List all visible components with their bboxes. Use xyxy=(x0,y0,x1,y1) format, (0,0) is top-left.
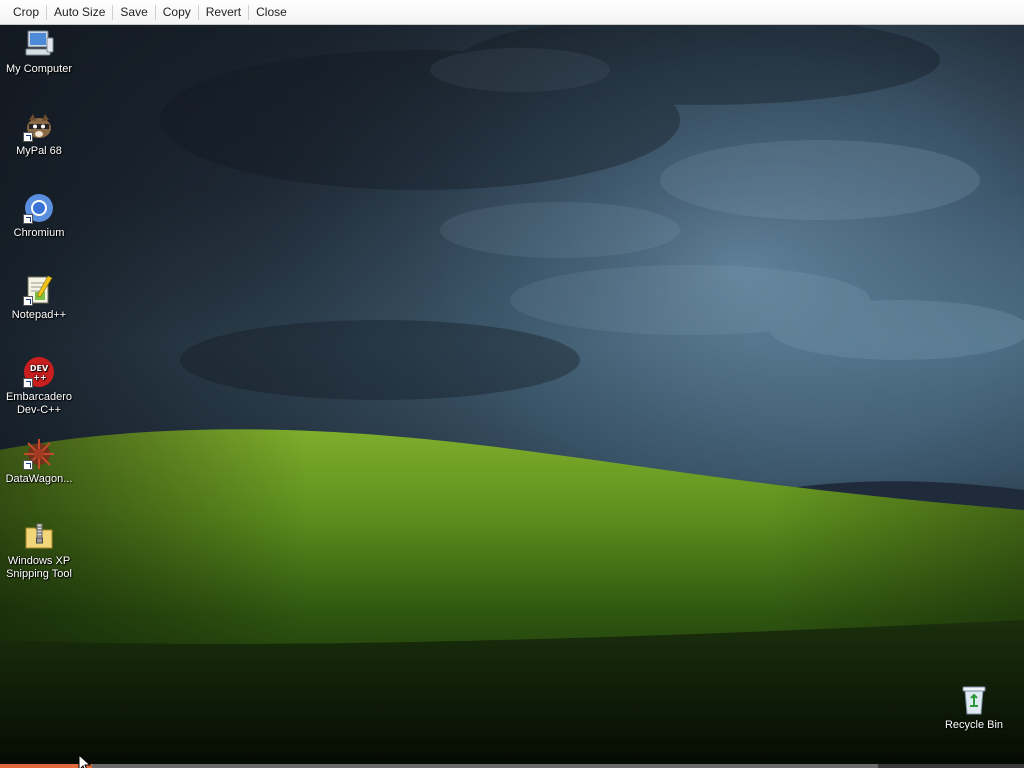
copy-button[interactable]: Copy xyxy=(156,4,198,21)
icon-label: Recycle Bin xyxy=(944,719,1004,731)
save-button[interactable]: Save xyxy=(113,4,154,21)
crop-button[interactable]: Crop xyxy=(6,4,46,21)
auto-size-button[interactable]: Auto Size xyxy=(47,4,112,21)
icon-label: Chromium xyxy=(13,227,65,239)
mypal-icon xyxy=(23,110,55,142)
icon-label: DataWagon... xyxy=(5,473,73,485)
shortcut-arrow-icon xyxy=(23,296,33,306)
recycle-bin-icon xyxy=(958,684,990,716)
taskbar-edge xyxy=(0,764,1024,768)
close-button[interactable]: Close xyxy=(249,4,294,21)
desktop-icon-mypal[interactable]: MyPal 68 xyxy=(1,110,77,158)
icon-label: Windows XP Snipping Tool xyxy=(6,555,72,580)
system-tray-edge xyxy=(878,764,1024,768)
notepad-plus-plus-icon xyxy=(23,274,55,306)
desktop-icon-chromium[interactable]: Chromium xyxy=(1,192,77,240)
icon-label: Embarcadero Dev-C++ xyxy=(5,391,73,416)
datawagon-icon xyxy=(23,438,55,470)
mouse-cursor-icon xyxy=(78,753,92,768)
zip-folder-icon xyxy=(23,520,55,552)
desktop-icon-datawagon[interactable]: DataWagon... xyxy=(1,438,77,486)
revert-button[interactable]: Revert xyxy=(199,4,248,21)
desktop-icon-notepad-plus-plus[interactable]: Notepad++ xyxy=(1,274,77,322)
snip-toolbar: Crop Auto Size Save Copy Revert Close xyxy=(0,0,1024,25)
shortcut-arrow-icon xyxy=(23,378,33,388)
wallpaper-art xyxy=(0,0,1024,768)
icon-label: MyPal 68 xyxy=(16,145,62,157)
svg-text:DEV: DEV xyxy=(30,364,49,373)
desktop-icon-recycle-bin[interactable]: Recycle Bin xyxy=(936,684,1012,732)
shortcut-arrow-icon xyxy=(23,214,33,224)
icon-label: Notepad++ xyxy=(11,309,67,321)
chromium-icon xyxy=(23,192,55,224)
desktop-icon-devcpp[interactable]: DEV ++ Embarcadero Dev-C++ xyxy=(1,356,77,417)
desktop-icon-my-computer[interactable]: My Computer xyxy=(1,28,77,76)
shortcut-arrow-icon xyxy=(23,460,33,470)
desktop-wallpaper xyxy=(0,0,1024,768)
computer-icon xyxy=(23,28,55,60)
icon-label: My Computer xyxy=(5,63,73,75)
svg-text:++: ++ xyxy=(33,373,46,382)
shortcut-arrow-icon xyxy=(23,132,33,142)
desktop-icon-snipping-tool[interactable]: Windows XP Snipping Tool xyxy=(1,520,77,581)
devcpp-icon: DEV ++ xyxy=(23,356,55,388)
desktop-screen: Crop Auto Size Save Copy Revert Close My… xyxy=(0,0,1024,768)
